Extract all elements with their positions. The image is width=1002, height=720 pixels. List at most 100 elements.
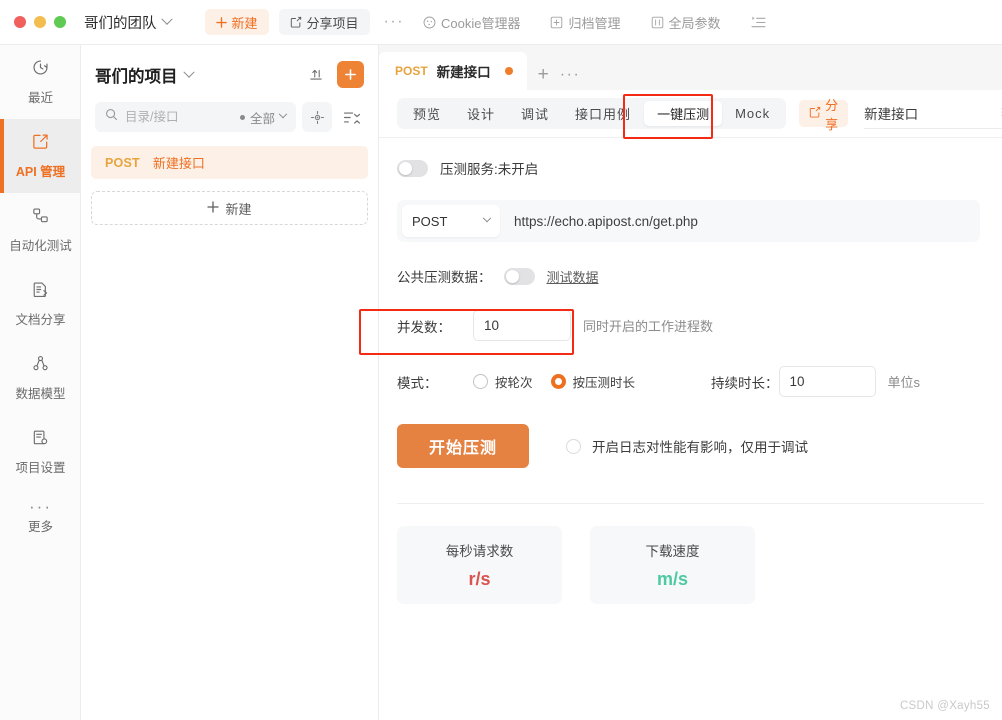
project-search-row: 全部 [81,88,378,132]
concurrency-hint: 同时开启的工作进程数 [583,319,714,334]
sidebar-item-recent[interactable]: 最近 [0,45,81,119]
layout-toggle-button[interactable] [740,9,777,35]
api-subtabs-bar: 预览 设计 调试 接口用例 一键压测 Mock 分享 [379,90,1002,138]
sidebar-item-api-management[interactable]: API 管理 [0,119,81,193]
create-new-button[interactable]: 新建 [91,191,368,225]
api-method-badge: POST [105,155,140,170]
app-window: 哥们的团队 新建 分享项目 ··· Cookie管理器 归档管理 全局参数 最近… [0,0,1002,720]
api-name-label: 新建接口 [152,156,205,171]
http-method-value: POST [412,213,448,229]
metric-label: 下载速度 [645,544,700,559]
concurrency-input[interactable] [473,310,571,341]
cookie-manager-label: Cookie管理器 [441,15,521,31]
tab-preview[interactable]: 预览 [400,101,454,126]
sidebar-item-more[interactable]: ··· 更多 [0,489,81,547]
share-project-button[interactable]: 分享项目 [278,9,370,35]
search-box[interactable]: 全部 [95,102,296,132]
metric-label: 每秒请求数 [445,544,514,559]
data-model-icon [31,354,50,376]
global-params-button[interactable]: 全局参数 [640,9,732,35]
locate-current-button[interactable] [302,102,332,132]
mode-row: 模式： 按轮次 按压测时长 持续时长： 单位s [397,366,980,397]
sidebar-item-automation-test[interactable]: 自动化测试 [0,193,81,267]
concurrency-label: 并发数： [397,319,451,335]
sidebar-item-project-settings[interactable]: 项目设置 [0,415,81,489]
test-data-link[interactable]: 测试数据 [547,267,599,286]
project-panel: 哥们的项目 全部 [81,45,379,720]
search-icon [105,108,118,126]
list-item[interactable]: POST 新建接口 [91,146,368,179]
radio-by-duration-label: 按压测时长 [572,376,636,390]
tab-debug[interactable]: 调试 [508,101,562,126]
sidebar-item-label: API 管理 [15,165,66,179]
minimize-window-button[interactable] [34,16,46,28]
archive-manager-label: 归档管理 [568,15,621,31]
more-dots-icon: ··· [29,496,52,516]
archive-manager-button[interactable]: 归档管理 [539,9,631,35]
sidebar-item-label: 项目设置 [15,461,66,475]
chevron-down-icon [482,213,492,223]
public-data-toggle[interactable] [503,267,535,285]
project-switcher[interactable]: 哥们的项目 [95,63,195,87]
tab-api-cases[interactable]: 接口用例 [562,101,644,126]
tabstrip-overflow-button[interactable]: ··· [560,66,580,90]
close-window-button[interactable] [14,16,26,28]
plus-icon [207,200,220,216]
titlebar-overflow-button[interactable]: ··· [384,13,404,31]
sidebar-item-label: 更多 [27,519,53,534]
metric-value: r/s [468,569,491,589]
team-switcher[interactable]: 哥们的团队 [84,12,173,33]
sort-filter-button[interactable] [338,102,364,132]
share-api-button[interactable]: 分享 [799,98,849,132]
tab-mock[interactable]: Mock [722,101,783,126]
request-url-value[interactable]: https://echo.apipost.cn/get.php [514,214,698,229]
document-tab[interactable]: POST 新建接口 [379,52,527,90]
chevron-down-icon [278,109,288,119]
clock-history-icon [31,58,50,80]
status-dot-icon [239,114,245,120]
primary-nav-rail: 最近 API 管理 自动化测试 文档分享 数据模型 项目设置 ··· 更多 [0,45,81,720]
tab-stress-test[interactable]: 一键压测 [644,101,723,126]
add-api-button[interactable] [337,61,364,88]
start-stress-test-button[interactable]: 开始压测 [397,424,529,468]
scope-filter-select[interactable]: 全部 [239,108,288,127]
maximize-window-button[interactable] [54,16,66,28]
search-input[interactable] [125,110,211,124]
public-data-row: 公共压测数据： 测试数据 [397,266,980,286]
metric-card-download-speed: 下载速度 m/s [590,526,755,604]
metric-value: m/s [656,569,689,589]
import-export-button[interactable] [303,62,329,88]
unsaved-indicator-icon [504,67,513,75]
sidebar-item-doc-share[interactable]: 文档分享 [0,267,81,341]
window-controls[interactable] [0,16,66,28]
public-data-label: 公共压测数据： [397,270,492,285]
tab-design[interactable]: 设计 [454,101,508,126]
radio-by-duration[interactable] [550,374,566,389]
watermark: CSDN @Xayh55 [899,700,990,712]
cookie-manager-button[interactable]: Cookie管理器 [412,9,531,35]
global-params-icon [651,16,664,29]
radio-by-rounds[interactable] [473,374,488,389]
api-name-input[interactable] [864,105,995,121]
title-bar: 哥们的团队 新建 分享项目 ··· Cookie管理器 归档管理 全局参数 [0,0,1002,45]
service-toggle-row: 压测服务:未开启 [397,158,980,178]
enable-log-label: 开启日志对性能有影响，仅用于调试 [592,440,808,455]
concurrency-row: 并发数： 同时开启的工作进程数 [397,310,980,341]
sidebar-item-data-model[interactable]: 数据模型 [0,341,81,415]
duration-label: 持续时长： [711,375,779,391]
stress-service-toggle[interactable] [397,159,428,177]
new-button[interactable]: 新建 [204,9,269,35]
project-panel-header: 哥们的项目 [81,45,378,88]
indent-list-icon [751,16,766,29]
run-row: 开始压测 开启日志对性能有影响，仅用于调试 [397,424,980,468]
http-method-select[interactable]: POST [402,205,500,237]
duration-input[interactable] [778,366,876,397]
sidebar-item-label: 数据模型 [15,387,66,401]
new-tab-button[interactable]: + [527,64,560,90]
sidebar-item-label: 自动化测试 [9,239,72,253]
enable-log-radio[interactable] [566,438,581,454]
document-tabstrip: POST 新建接口 + ··· [379,45,1002,90]
doc-tab-method: POST [395,64,428,78]
radio-by-rounds-label: 按轮次 [495,376,533,390]
duration-unit-label: 单位s [887,375,921,390]
